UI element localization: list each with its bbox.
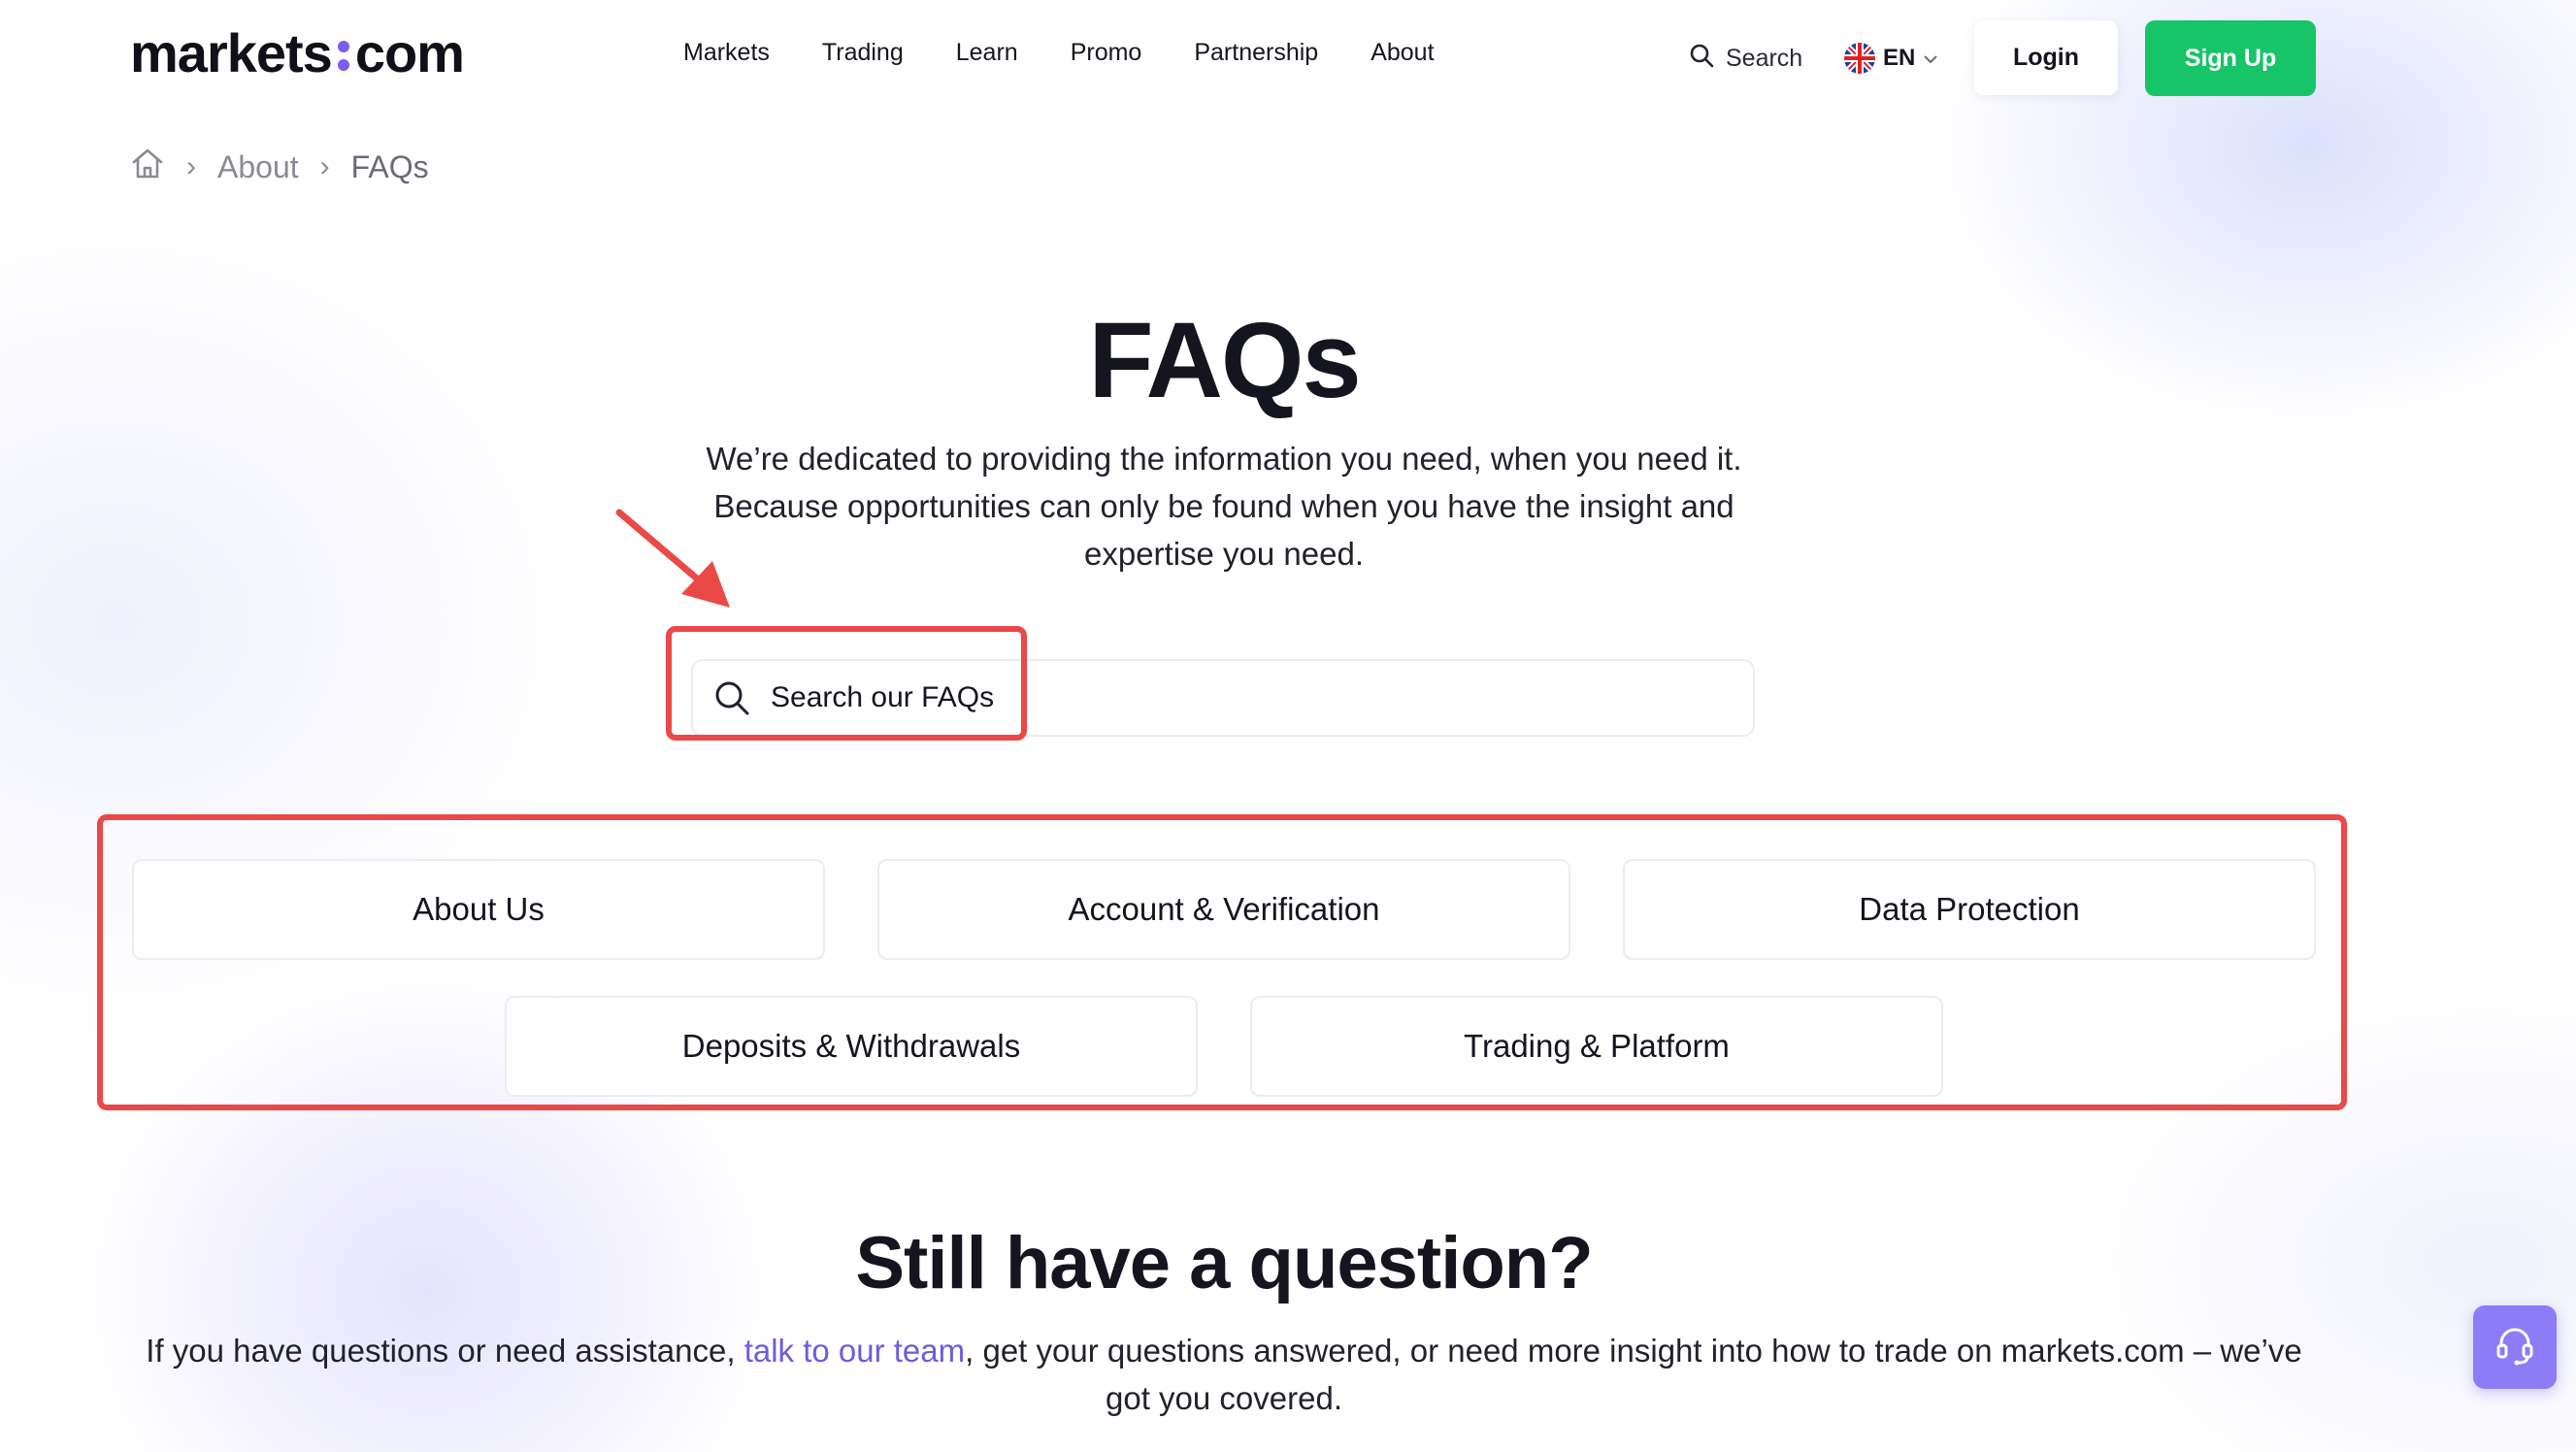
category-about-us[interactable]: About Us bbox=[132, 859, 825, 960]
nav-item-learn[interactable]: Learn bbox=[956, 39, 1018, 67]
search-icon bbox=[1689, 43, 1714, 75]
breadcrumb-chevron-icon: › bbox=[186, 150, 196, 182]
category-account-verification[interactable]: Account & Verification bbox=[877, 859, 1570, 960]
language-label: EN bbox=[1883, 45, 1916, 71]
red-arrow-icon bbox=[611, 505, 738, 616]
main-nav: Markets Trading Learn Promo Partnership … bbox=[683, 39, 1435, 67]
nav-item-markets[interactable]: Markets bbox=[683, 39, 770, 67]
category-trading-platform[interactable]: Trading & Platform bbox=[1250, 996, 1943, 1097]
search-icon bbox=[712, 678, 751, 717]
nav-item-promo[interactable]: Promo bbox=[1071, 39, 1142, 67]
faq-search-input[interactable] bbox=[771, 681, 1644, 714]
category-data-protection[interactable]: Data Protection bbox=[1623, 859, 2316, 960]
chevron-down-icon bbox=[1923, 45, 1938, 72]
contact-title: Still have a question? bbox=[855, 1222, 1593, 1304]
intro-text: We’re dedicated to providing the informa… bbox=[660, 435, 1788, 578]
breadcrumb: › About › FAQs bbox=[130, 146, 429, 188]
breadcrumb-faqs: FAQs bbox=[350, 148, 429, 184]
category-deposits-withdrawals[interactable]: Deposits & Withdrawals bbox=[505, 996, 1198, 1097]
intro-line-3: expertise you need. bbox=[1083, 536, 1365, 572]
contact-text-before: If you have questions or need assistance… bbox=[146, 1333, 744, 1369]
support-chat-button[interactable] bbox=[2473, 1305, 2557, 1389]
logo-colon-mark bbox=[337, 41, 349, 71]
faq-search-box[interactable] bbox=[691, 659, 1755, 737]
home-icon[interactable] bbox=[130, 146, 165, 188]
nav-item-partnership[interactable]: Partnership bbox=[1194, 39, 1318, 67]
breadcrumb-about[interactable]: About bbox=[217, 149, 299, 185]
intro-line-1: We’re dedicated to providing the informa… bbox=[706, 441, 1742, 477]
nav-item-trading[interactable]: Trading bbox=[822, 39, 904, 67]
breadcrumb-chevron-icon: › bbox=[319, 150, 330, 182]
intro-line-2: Because opportunities can only be found … bbox=[713, 488, 1734, 524]
page-title: FAQs bbox=[1088, 301, 1361, 420]
contact-text: If you have questions or need assistance… bbox=[126, 1327, 2322, 1422]
header-search-button[interactable]: Search bbox=[1689, 43, 1802, 75]
header-search-label: Search bbox=[1726, 45, 1803, 72]
logo-text-right: com bbox=[354, 22, 465, 83]
uk-flag-icon bbox=[1844, 43, 1875, 74]
signup-button[interactable]: Sign Up bbox=[2145, 20, 2316, 96]
headset-icon bbox=[2492, 1322, 2538, 1373]
contact-text-after: , get your questions answered, or need m… bbox=[965, 1333, 2302, 1416]
nav-item-about[interactable]: About bbox=[1371, 39, 1434, 67]
language-selector[interactable]: EN bbox=[1844, 43, 1938, 74]
markets-logo[interactable]: markets com bbox=[130, 21, 465, 84]
logo-text-left: markets bbox=[130, 22, 333, 83]
talk-to-team-link[interactable]: talk to our team bbox=[744, 1333, 965, 1369]
login-button[interactable]: Login bbox=[1974, 20, 2118, 95]
